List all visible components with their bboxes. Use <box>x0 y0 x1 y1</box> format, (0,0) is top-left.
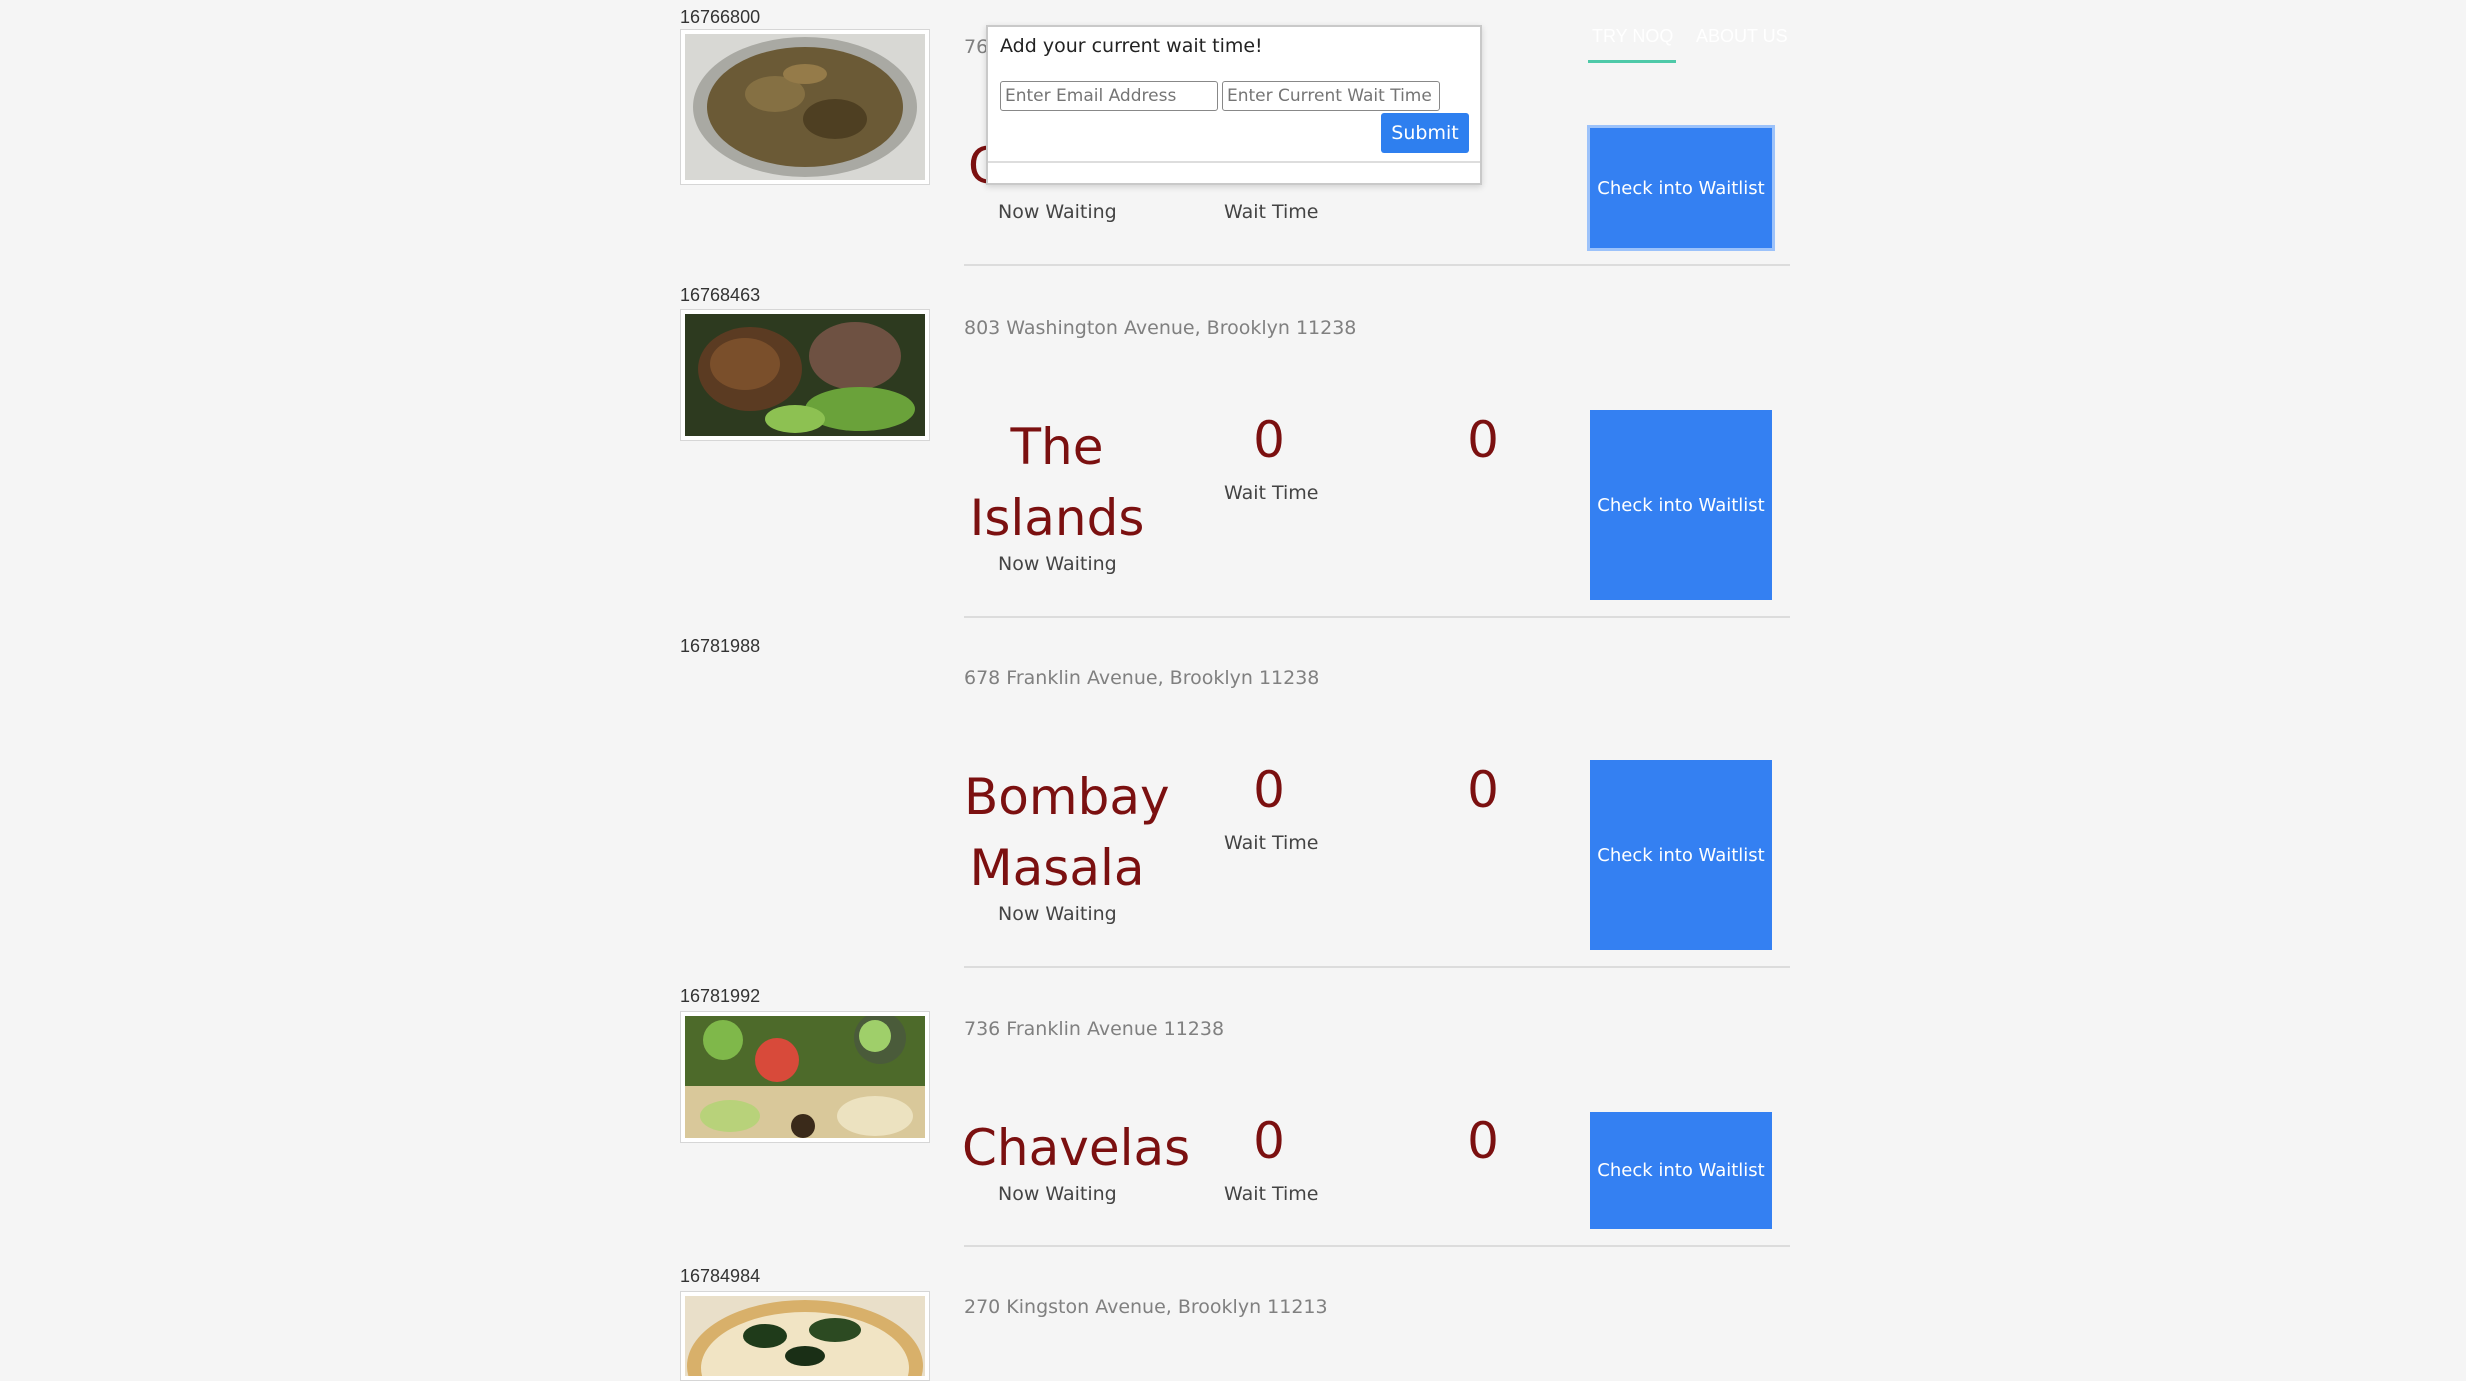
submit-button[interactable]: Submit <box>1381 113 1469 153</box>
queue-count: 0 <box>1467 1112 1499 1170</box>
add-wait-time-popup: Add your current wait time! Submit <box>986 25 1482 185</box>
wait-time-label: Wait Time <box>1224 201 1319 223</box>
wait-time-value: 0 <box>1253 1112 1285 1170</box>
restaurant-id: 16784984 <box>680 1266 761 1286</box>
check-into-waitlist-button[interactable]: Check into Waitlist <box>1590 128 1772 248</box>
wait-time-label: Wait Time <box>1224 1183 1319 1205</box>
restaurant-name: C <box>968 130 1003 202</box>
queue-count: 0 <box>1467 761 1499 819</box>
restaurant-name-line1: The <box>1010 418 1104 476</box>
restaurant-name: Chavelas <box>962 1119 1191 1177</box>
row-divider <box>964 264 1790 266</box>
check-into-waitlist-button[interactable]: Check into Waitlist <box>1590 1112 1772 1229</box>
wait-time-label: Wait Time <box>1224 832 1319 854</box>
check-into-waitlist-button[interactable]: Check into Waitlist <box>1590 760 1772 950</box>
restaurant-name-line2: Islands <box>969 489 1145 547</box>
nav-try-noq[interactable]: TRY NOQ <box>1592 26 1673 47</box>
row-divider <box>964 1245 1790 1247</box>
restaurant-id: 16766800 <box>680 7 761 27</box>
now-waiting-label: Now Waiting <box>998 201 1117 223</box>
restaurant-address: 736 Franklin Avenue 11238 <box>964 1018 1225 1040</box>
food-photo-image <box>685 1012 925 1138</box>
restaurant-address: 803 Washington Avenue, Brooklyn 11238 <box>964 317 1357 339</box>
popup-divider <box>988 161 1480 163</box>
restaurant-address: 678 Franklin Avenue, Brooklyn 11238 <box>964 667 1320 689</box>
restaurant-name-line2: Masala <box>969 839 1145 897</box>
restaurant-id: 16781992 <box>680 986 761 1006</box>
current-wait-time-input[interactable] <box>1222 81 1440 111</box>
restaurant-address: 270 Kingston Avenue, Brooklyn 11213 <box>964 1296 1328 1318</box>
queue-count: 0 <box>1467 411 1499 469</box>
wait-time-value: 0 <box>1253 411 1285 469</box>
restaurant-id: 16768463 <box>680 285 761 305</box>
now-waiting-label: Now Waiting <box>998 553 1117 575</box>
check-into-waitlist-button[interactable]: Check into Waitlist <box>1590 410 1772 600</box>
food-photo-image <box>685 1296 925 1381</box>
food-photo-image <box>685 314 925 436</box>
restaurant-thumbnail <box>680 309 930 441</box>
email-input[interactable] <box>1000 81 1218 111</box>
row-divider <box>964 966 1790 968</box>
restaurant-thumbnail <box>680 1291 930 1381</box>
row-divider <box>964 616 1790 618</box>
popup-title: Add your current wait time! <box>1000 35 1263 57</box>
nav-active-underline <box>1588 60 1676 63</box>
wait-time-label: Wait Time <box>1224 482 1319 504</box>
restaurant-id: 16781988 <box>680 636 761 656</box>
nav-about-us[interactable]: ABOUT US <box>1696 26 1788 47</box>
restaurant-name-line1: Bombay <box>964 768 1170 826</box>
food-photo-image <box>685 34 925 180</box>
restaurant-address: 76 <box>964 36 989 58</box>
now-waiting-label: Now Waiting <box>998 1183 1117 1205</box>
restaurant-thumbnail <box>680 1011 930 1143</box>
wait-time-value: 0 <box>1253 761 1285 819</box>
now-waiting-label: Now Waiting <box>998 903 1117 925</box>
restaurant-thumbnail <box>680 29 930 185</box>
